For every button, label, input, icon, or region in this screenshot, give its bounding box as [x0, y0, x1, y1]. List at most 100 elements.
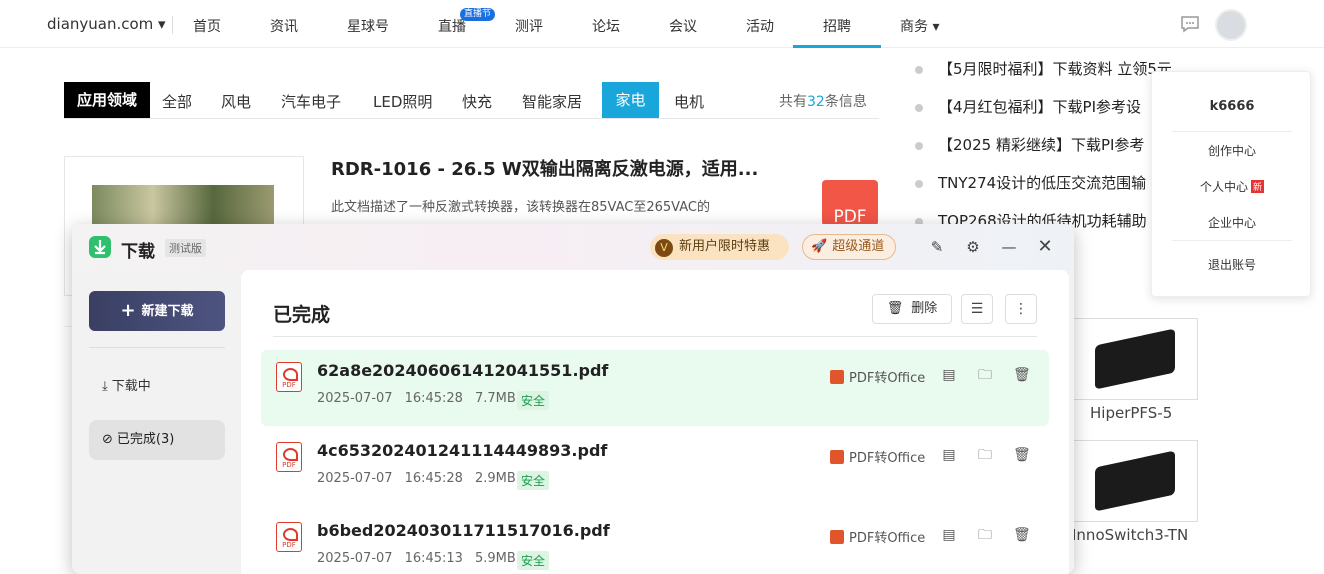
pdf-icon: PDF	[276, 362, 302, 392]
product-card[interactable]	[1072, 318, 1198, 400]
completed-panel: 已完成 🗑 删除 ☰ ⋮ PDF 62a8e202406061412041551.…	[241, 270, 1069, 574]
file-name[interactable]: 62a8e202406061412041551.pdf	[317, 361, 608, 380]
close-icon[interactable]: ✕	[1036, 238, 1054, 256]
file-name[interactable]: 4c653202401241114449893.pdf	[317, 441, 607, 460]
vip-icon: V	[655, 239, 673, 257]
edit-icon[interactable]: ✎	[928, 238, 946, 256]
menu-personal-center[interactable]: 个人中心新	[1152, 178, 1312, 195]
category-appliance-active[interactable]: 家电	[602, 82, 659, 118]
nav-events[interactable]: 活动	[746, 16, 774, 36]
super-channel-button[interactable]: 🚀 超级通道	[802, 234, 896, 260]
nav-meeting[interactable]: 会议	[669, 16, 697, 36]
settings-icon[interactable]: ⚙	[964, 238, 982, 256]
pdf-to-office-button[interactable]: PDF转Office	[830, 447, 925, 466]
category-all[interactable]: 全部	[162, 91, 192, 112]
window-titlebar	[72, 224, 1074, 270]
category-auto[interactable]: 汽车电子	[281, 91, 341, 112]
category-divider	[64, 118, 879, 119]
menu-logout[interactable]: 退出账号	[1152, 256, 1312, 273]
category-led[interactable]: LED照明	[373, 91, 432, 112]
more-icon[interactable]: ⋮	[1005, 294, 1037, 324]
menu-enterprise-center[interactable]: 企业中心	[1152, 214, 1312, 231]
nav-home[interactable]: 首页	[193, 16, 221, 36]
nav-forum[interactable]: 论坛	[592, 16, 620, 36]
file-row[interactable]: PDF 62a8e202406061412041551.pdf 2025-07-…	[261, 350, 1049, 426]
product-name[interactable]: HiperPFS-5	[1090, 404, 1172, 422]
message-icon[interactable]	[1180, 15, 1200, 33]
pdf-to-office-button[interactable]: PDF转Office	[830, 527, 925, 546]
pdf-icon: PDF	[276, 522, 302, 552]
product-name[interactable]: InnoSwitch3-TN	[1072, 526, 1188, 544]
download-arrow-icon: ⤓	[102, 379, 108, 394]
category-wind[interactable]: 风电	[221, 91, 251, 112]
article-image	[92, 185, 274, 225]
beta-badge: 测试版	[165, 239, 206, 257]
right-list-item[interactable]: TNY274设计的低压交流范围输	[915, 172, 1146, 193]
new-download-button[interactable]: + 新建下载	[89, 291, 225, 331]
chip-image	[1095, 450, 1175, 512]
delete-icon[interactable]: 🗑	[1013, 527, 1031, 543]
delete-icon[interactable]: 🗑	[1013, 367, 1031, 383]
office-icon	[830, 530, 844, 544]
nav-jobs[interactable]: 招聘	[823, 16, 851, 36]
user-avatar[interactable]	[1215, 9, 1247, 41]
file-row[interactable]: PDF 4c653202401241114449893.pdf 2025-07-…	[261, 430, 1049, 506]
nav-planet[interactable]: 星球号	[347, 16, 389, 36]
plus-icon: +	[120, 300, 136, 321]
file-row[interactable]: PDF b6bed202403011711517016.pdf 2025-07-…	[261, 510, 1049, 574]
product-card[interactable]	[1072, 440, 1198, 522]
menu-divider	[1172, 131, 1292, 132]
category-motor[interactable]: 电机	[674, 91, 704, 112]
rocket-icon: 🚀	[811, 239, 828, 254]
details-icon[interactable]: ▤	[941, 447, 957, 463]
delete-button[interactable]: 🗑 删除	[872, 294, 952, 324]
window-title: 下载	[121, 242, 155, 262]
sidebar-item-completed[interactable]: ⊘ 已完成(3)	[89, 420, 225, 460]
right-list-item[interactable]: 【5月限时福利】下载资料 立领5元	[915, 58, 1172, 79]
safe-badge: 安全	[517, 391, 550, 410]
download-window: 下载 测试版 V 新用户限时特惠 🚀 超级通道 ✎ ⚙ — ✕ + 新建下载 ⤓ 下载中…	[72, 224, 1074, 574]
menu-creator-center[interactable]: 创作中心	[1152, 142, 1312, 159]
category-fastcharge[interactable]: 快充	[462, 91, 492, 112]
live-badge: 直播节	[460, 8, 496, 21]
folder-icon[interactable]: 🗀	[977, 367, 993, 383]
office-icon	[830, 370, 844, 384]
details-icon[interactable]: ▤	[941, 527, 957, 543]
sidebar-divider	[89, 347, 225, 348]
trash-icon: 🗑	[886, 301, 904, 316]
nav-business[interactable]: 商务 ▾	[900, 16, 939, 36]
site-brand-dropdown[interactable]: dianyuan.com ▾	[47, 15, 166, 33]
check-circle-icon: ⊘	[102, 432, 113, 447]
file-meta: 2025-07-07 16:45:28 2.9MB	[317, 471, 516, 486]
details-icon[interactable]: ▤	[941, 367, 957, 383]
pdf-icon: PDF	[276, 442, 302, 472]
article-description: 此文档描述了一种反激式转换器，该转换器在85VAC至265VAC的	[331, 200, 710, 215]
sidebar-item-downloading[interactable]: ⤓ 下载中	[102, 375, 151, 394]
folder-icon[interactable]: 🗀	[977, 447, 993, 463]
nav-divider	[172, 16, 173, 34]
category-heading: 应用领域	[64, 82, 150, 118]
pdf-to-office-button[interactable]: PDF转Office	[830, 367, 925, 386]
office-icon	[830, 450, 844, 464]
nav-active-underline	[793, 45, 881, 48]
section-divider	[273, 336, 1037, 337]
delete-icon[interactable]: 🗑	[1013, 447, 1031, 463]
right-list-item[interactable]: 【4月红包福利】下载PI参考设	[915, 96, 1141, 117]
section-title: 已完成	[273, 304, 331, 326]
safe-badge: 安全	[517, 471, 550, 490]
safe-badge: 安全	[517, 551, 550, 570]
nav-review[interactable]: 测评	[515, 16, 543, 36]
new-user-promo-button[interactable]: V 新用户限时特惠	[650, 234, 789, 260]
download-app-logo-icon	[89, 236, 111, 258]
total-count: 共有32条信息	[779, 94, 867, 110]
sort-icon[interactable]: ☰	[961, 294, 993, 324]
pdf-file-icon[interactable]: PDF	[822, 180, 878, 227]
article-title[interactable]: RDR-1016 - 26.5 W双输出隔离反激电源，适用...	[331, 155, 758, 181]
nav-news[interactable]: 资讯	[270, 16, 298, 36]
category-smarthome[interactable]: 智能家居	[522, 91, 582, 112]
minimize-icon[interactable]: —	[1000, 238, 1018, 256]
folder-icon[interactable]: 🗀	[977, 527, 993, 543]
right-list-item[interactable]: 【2025 精彩继续】下载PI参考	[915, 134, 1144, 155]
file-name[interactable]: b6bed202403011711517016.pdf	[317, 521, 610, 540]
username: k6666	[1209, 99, 1255, 114]
